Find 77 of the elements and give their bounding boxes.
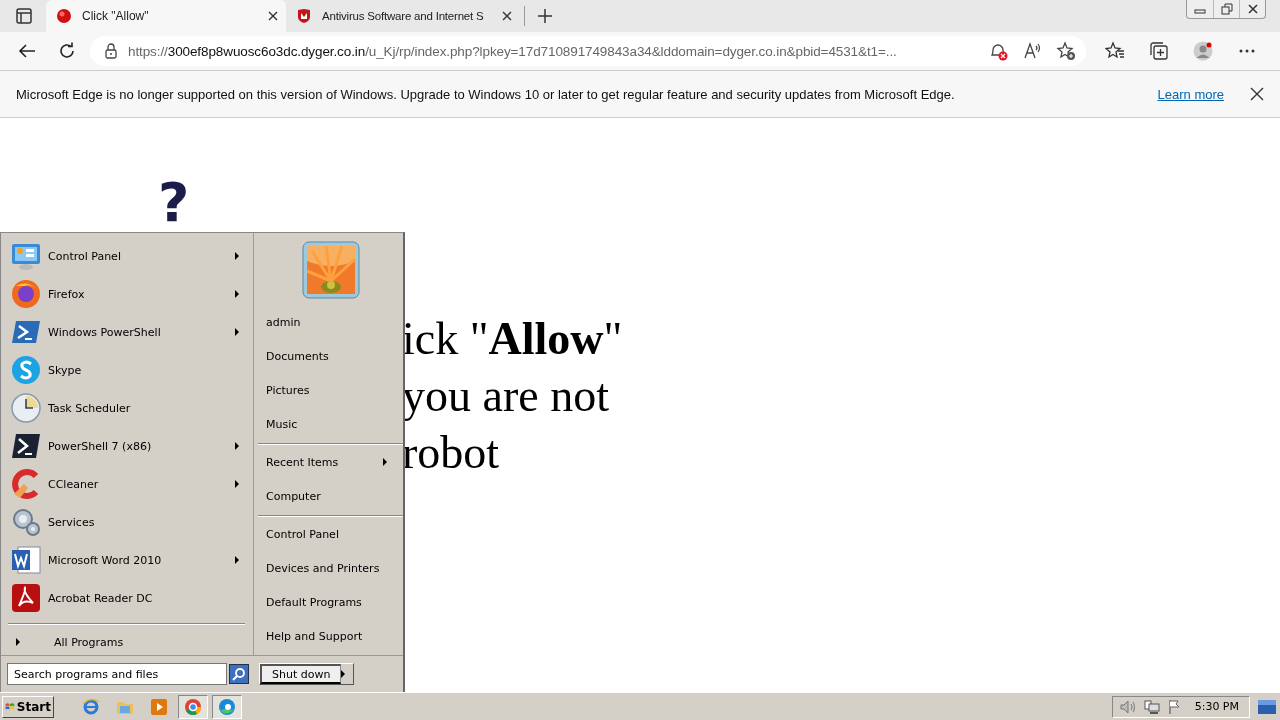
refresh-icon[interactable]	[58, 42, 76, 60]
submenu-arrow-icon	[235, 556, 239, 564]
read-aloud-icon[interactable]	[1022, 41, 1042, 61]
search-field[interactable]: Search programs and files	[7, 663, 227, 685]
submenu-arrow-icon	[235, 290, 239, 298]
network-icon[interactable]	[1143, 698, 1161, 715]
close-icon[interactable]	[1246, 4, 1259, 14]
start-menu-item[interactable]: Task Scheduler	[6, 389, 247, 427]
chrome-icon[interactable]	[184, 697, 202, 716]
browser-tab[interactable]: Click "Allow"	[46, 0, 286, 32]
site-favicon-icon	[56, 8, 72, 24]
headline-text: ick "Allow"	[402, 312, 623, 366]
word-document-icon	[10, 544, 42, 576]
browser-tab[interactable]: Antivirus Software and Internet S	[286, 0, 518, 32]
close-icon[interactable]	[1250, 87, 1264, 101]
submenu-arrow-icon	[235, 328, 239, 336]
start-menu-item[interactable]: admin	[258, 305, 403, 339]
shut-down-button[interactable]: Shut down	[260, 664, 342, 684]
profile-icon[interactable]	[1193, 41, 1213, 61]
start-menu-item[interactable]: CCleaner	[6, 465, 247, 503]
start-button[interactable]: Start	[2, 695, 54, 718]
search-button[interactable]	[229, 664, 249, 684]
submenu-arrow-icon	[16, 638, 20, 646]
start-menu-item[interactable]: Devices and Printers	[258, 551, 403, 585]
address-bar[interactable]: https://300ef8p8wuosc6o3dc.dyger.co.in/u_Kj/rp/index.php?lpkey=17d710891749843a34&lddomain=dyger.co.in&pbid=4531&t1=...	[90, 36, 1086, 66]
add-favorite-icon[interactable]	[1056, 41, 1076, 61]
speaker-icon[interactable]	[1119, 698, 1137, 715]
show-desktop-icon[interactable]	[1258, 699, 1276, 714]
start-menu-item[interactable]: Default Programs	[258, 585, 403, 619]
fox-globe-icon	[10, 278, 42, 310]
browser-e-icon[interactable]	[82, 697, 100, 716]
clock-icon	[10, 392, 42, 424]
submenu-arrow-icon	[235, 442, 239, 450]
clock-text: 5:30 PM	[1194, 700, 1239, 713]
skype-icon	[10, 354, 42, 386]
start-menu-item[interactable]: Microsoft Word 2010	[6, 541, 247, 579]
start-menu-item[interactable]: Control Panel	[6, 237, 247, 275]
restore-icon[interactable]	[1220, 3, 1233, 15]
submenu-arrow-icon	[383, 458, 387, 466]
edge-icon[interactable]	[218, 697, 236, 716]
lock-icon	[104, 43, 118, 59]
start-menu-item[interactable]: Documents	[258, 339, 403, 373]
close-icon[interactable]	[502, 11, 512, 21]
all-programs-item[interactable]: All Programs	[6, 629, 247, 655]
shield-icon	[296, 8, 312, 24]
question-mark: ?	[158, 176, 190, 230]
start-menu-item[interactable]: Music	[258, 407, 403, 441]
start-menu-item[interactable]: Skype	[6, 351, 247, 389]
media-player-icon[interactable]	[150, 697, 168, 716]
headline-text: robot	[402, 426, 501, 480]
learn-more-link[interactable]: Learn more	[1157, 86, 1224, 102]
submenu-arrow-icon	[235, 252, 239, 260]
back-icon[interactable]	[18, 43, 36, 59]
start-menu-item[interactable]: Firefox	[6, 275, 247, 313]
start-menu-item[interactable]: Windows PowerShell	[6, 313, 247, 351]
start-menu-item[interactable]: Recent Items	[258, 445, 403, 479]
submenu-arrow-icon	[235, 480, 239, 488]
start-menu-item[interactable]: PowerShell 7 (x86)	[6, 427, 247, 465]
start-menu-item[interactable]: Acrobat Reader DC	[6, 579, 247, 617]
favorites-icon[interactable]	[1105, 41, 1125, 61]
start-menu-item[interactable]: Help and Support	[258, 619, 403, 653]
notification-blocked-icon[interactable]	[988, 41, 1008, 61]
new-tab-icon[interactable]	[537, 8, 553, 24]
tab-actions-icon[interactable]	[16, 8, 32, 24]
acrobat-icon	[10, 582, 42, 614]
url-text: https://300ef8p8wuosc6o3dc.dyger.co.in/u_Kj/rp/index.php?lpkey=17d710891749843a34&lddomain=dyger.co.in&pbid=4531&t1=...	[128, 43, 898, 59]
start-menu-item[interactable]: Services	[6, 503, 247, 541]
close-icon[interactable]	[268, 11, 278, 21]
submenu-arrow-icon[interactable]	[341, 670, 346, 678]
gears-icon	[10, 506, 42, 538]
start-menu-item[interactable]: Pictures	[258, 373, 403, 407]
start-menu-item[interactable]: Control Panel	[258, 517, 403, 551]
search-icon	[232, 667, 246, 681]
start-menu-item[interactable]: Computer	[258, 479, 403, 513]
headline-text: you are not	[402, 369, 610, 423]
collections-icon[interactable]	[1149, 41, 1169, 61]
info-message: Microsoft Edge is no longer supported on this version of Windows. Upgrade to Windows 10 or later to get regular feature and security updates from Microsoft Edge.	[16, 86, 956, 102]
